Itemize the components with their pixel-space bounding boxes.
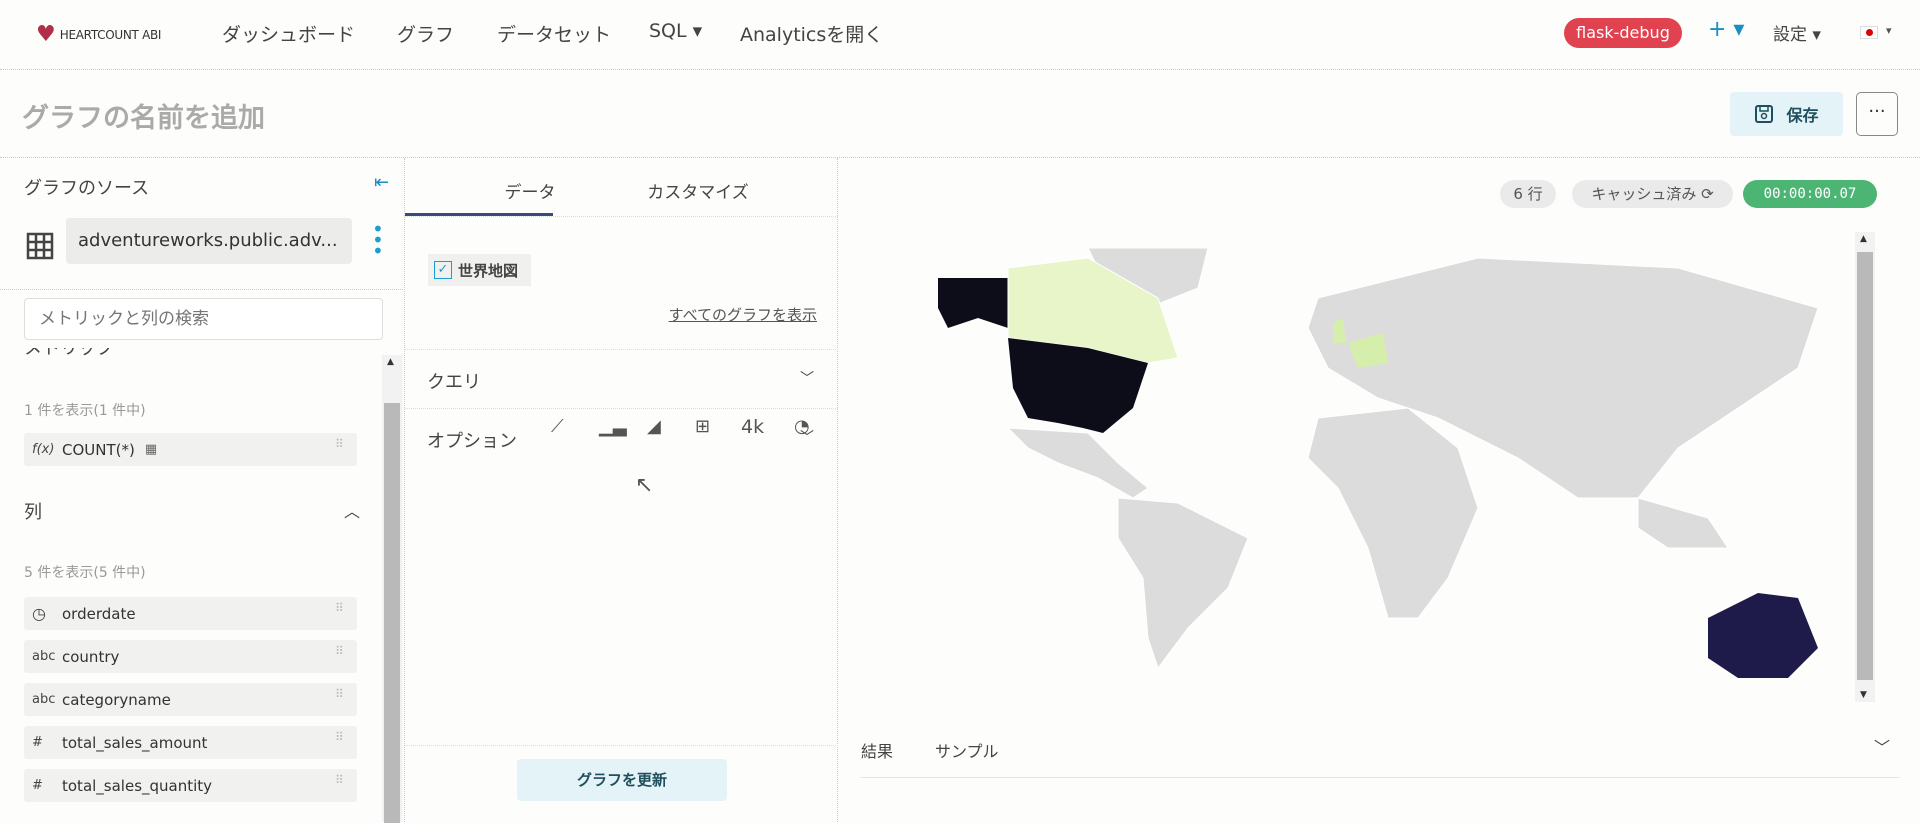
drag-handle-icon[interactable]: ⠿	[335, 731, 345, 743]
columns-count: 5 件を表示(5 件中)	[24, 565, 146, 581]
clock-icon: ◷	[32, 604, 46, 623]
nav-charts[interactable]: グラフ	[397, 20, 454, 47]
top-navbar: ♥ HEARTCOUNT ABI ダッシュボード グラフ データセット SQL …	[0, 0, 1920, 70]
row-count-badge: 6 行	[1500, 180, 1556, 208]
southeast-asia	[1637, 497, 1729, 549]
add-menu[interactable]: + ▾	[1708, 17, 1744, 42]
numeric-type-icon: #	[32, 778, 43, 793]
chevron-up-icon[interactable]: ︿	[344, 498, 360, 522]
checkbox-icon: ✓	[434, 261, 452, 279]
floppy-disk-icon	[1755, 105, 1774, 123]
world-map	[938, 248, 1819, 678]
divider	[860, 777, 1900, 778]
brand-logo[interactable]: ♥ HEARTCOUNT ABI	[36, 22, 161, 47]
drag-handle-icon[interactable]: ⠿	[335, 688, 345, 700]
nav-datasets[interactable]: データセット	[497, 20, 611, 47]
tab-data[interactable]: データ	[455, 178, 605, 203]
south-america	[1117, 497, 1249, 670]
column-item[interactable]: abc categoryname ⠿	[24, 683, 357, 716]
nav-dashboard[interactable]: ダッシュボード	[222, 20, 355, 47]
scrollbar[interactable]: ▲	[382, 355, 402, 823]
column-item[interactable]: # total_sales_amount ⠿	[24, 726, 357, 759]
update-chart-button[interactable]: グラフを更新	[517, 759, 727, 801]
australia	[1708, 593, 1818, 678]
tab-customize[interactable]: カスタマイズ	[623, 178, 773, 203]
panel-title: グラフのソース	[24, 178, 150, 199]
calculator-icon: ▦	[144, 442, 158, 457]
column-item[interactable]: # total_sales_quantity ⠿	[24, 769, 357, 802]
more-options-button[interactable]: ···	[1856, 92, 1898, 136]
tab-results[interactable]: 結果	[861, 738, 893, 762]
save-button[interactable]: 保存	[1730, 92, 1843, 136]
africa	[1307, 407, 1479, 619]
language-menu[interactable]: ▾	[1886, 24, 1892, 37]
function-icon: f(x)	[32, 442, 55, 457]
query-time-badge: 00:00:00.07	[1743, 180, 1877, 208]
map-scrollbar[interactable]: ▲ ▼	[1855, 232, 1875, 702]
tab-samples[interactable]: サンプル	[935, 738, 999, 762]
columns-header[interactable]: 列	[24, 498, 42, 524]
datasource-selector[interactable]: adventureworks.public.adv...	[66, 218, 352, 264]
chart-type-world-map[interactable]: ✓ 世界地図	[428, 254, 531, 286]
metrics-count: 1 件を表示(1 件中)	[24, 403, 146, 419]
column-item[interactable]: ◷ orderdate ⠿	[24, 597, 357, 630]
chevron-down-icon[interactable]: ﹀	[1874, 734, 1890, 758]
view-all-charts-link[interactable]: すべてのグラフを表示	[669, 304, 817, 325]
refresh-icon: ⟳	[1701, 185, 1714, 203]
text-type-icon: abc	[32, 649, 56, 664]
search-input[interactable]	[24, 298, 383, 340]
chart-area: 6 行 キャッシュ済み ⟳ 00:00:00.07 ▲ ▼ 結果 サンプル ﹀	[838, 158, 1920, 822]
kebab-menu-icon[interactable]: • • •	[372, 219, 384, 261]
drag-handle-icon[interactable]: ⠿	[335, 602, 345, 614]
env-badge: flask-debug	[1564, 18, 1682, 48]
collapse-panel-icon[interactable]: ⇤	[374, 172, 389, 193]
nav-analytics[interactable]: Analyticsを開く	[740, 20, 883, 47]
drag-handle-icon[interactable]: ⠿	[335, 774, 345, 786]
drag-handle-icon[interactable]: ⠿	[335, 645, 345, 657]
numeric-type-icon: #	[32, 735, 43, 750]
alaska	[938, 278, 1008, 328]
chevron-down-icon: ﹀	[800, 371, 814, 387]
chevron-down-icon: ﹀	[800, 430, 814, 446]
cache-badge[interactable]: キャッシュ済み ⟳	[1572, 180, 1733, 208]
column-item[interactable]: abc country ⠿	[24, 640, 357, 673]
japan-flag-icon[interactable]	[1860, 26, 1878, 39]
table-grid-icon	[26, 232, 54, 260]
metric-item[interactable]: f(x) COUNT(*) ▦ ⠿	[24, 433, 357, 466]
settings-menu[interactable]: 設定 ▾	[1773, 20, 1821, 45]
text-type-icon: abc	[32, 692, 56, 707]
nav-sql[interactable]: SQL ▾	[649, 20, 702, 42]
mexico-central-america	[1006, 427, 1149, 499]
chart-config-panel: データ カスタマイズ ✓ 世界地図 ⟋ ▁▃ ◢ ⊞ 4k ◔ すべてのグラフを…	[405, 158, 838, 822]
drag-handle-icon[interactable]: ⠿	[335, 438, 345, 450]
section-query[interactable]: クエリ ﹀	[405, 350, 838, 408]
divider	[0, 289, 405, 290]
datasource-panel: グラフのソース ⇤ adventureworks.public.adv... •…	[0, 158, 405, 823]
heart-logo-icon: ♥	[36, 22, 56, 47]
mouse-cursor-icon: ↖	[635, 473, 654, 498]
section-options[interactable]: オプション ﹀	[405, 409, 838, 467]
chart-header: グラフの名前を追加 保存 ···	[0, 70, 1920, 158]
metrics-header[interactable]: メトリック	[24, 348, 114, 360]
chart-title-input[interactable]: グラフの名前を追加	[22, 96, 265, 135]
